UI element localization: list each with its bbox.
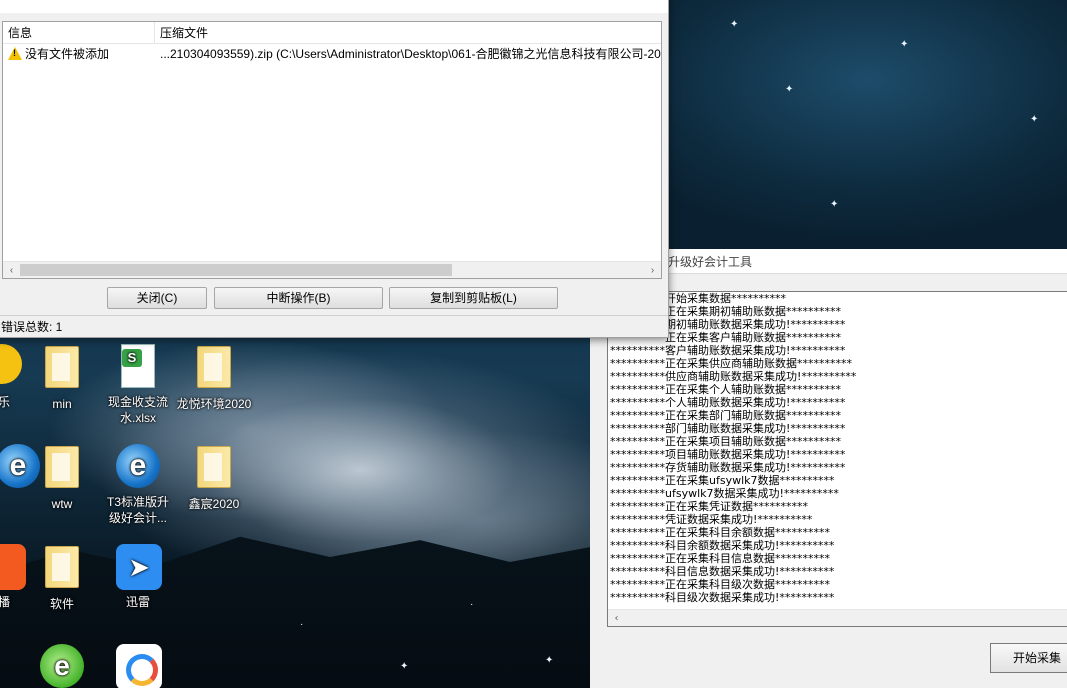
- desktop-icon-label: 软件: [49, 597, 74, 611]
- log-line: **********正在采集期初辅助账数据**********: [610, 305, 841, 318]
- diagnostic-dialog: 信息 压缩文件 没有文件被添加 ...210304093559).zip (C:…: [0, 0, 669, 338]
- log-line: **********科目信息数据采集成功!**********: [610, 565, 835, 578]
- list-header: 信息 压缩文件: [3, 22, 661, 44]
- list-item[interactable]: 没有文件被添加 ...210304093559).zip (C:\Users\A…: [3, 44, 661, 64]
- desktop-icon-label: min: [52, 397, 72, 411]
- star-icon: ·: [470, 599, 474, 610]
- log-line: **********正在采集ufsywlk7数据**********: [610, 474, 835, 487]
- baidu-netdisk-icon: [116, 644, 162, 688]
- message-list[interactable]: 信息 压缩文件 没有文件被添加 ...210304093559).zip (C:…: [2, 21, 662, 279]
- desktop-icon-label: 现金收支流水.xlsx: [107, 395, 168, 425]
- log-lines: **********开始采集数据********** **********正在采集…: [608, 292, 1067, 604]
- folder-icon: [40, 546, 84, 592]
- log-line: **********正在采集部门辅助账数据**********: [610, 409, 841, 422]
- close-button[interactable]: 关闭(C): [107, 287, 207, 309]
- browser-icon: e: [0, 444, 40, 490]
- log-line: **********客户辅助账数据采集成功!**********: [610, 344, 846, 357]
- status-bar: 错误总数: 1: [0, 315, 668, 337]
- desktop-icon-label: wtw: [51, 497, 73, 511]
- desktop-sky: [668, 0, 1067, 250]
- log-line: **********正在采集科目级次数据**********: [610, 578, 830, 591]
- log-line: **********供应商辅助账数据采集成功!**********: [610, 370, 857, 383]
- folder-icon: [40, 446, 84, 492]
- folder-icon: [192, 446, 236, 492]
- log-line: **********部门辅助账数据采集成功!**********: [610, 422, 846, 435]
- log-line: **********项目辅助账数据采集成功!**********: [610, 448, 846, 461]
- desktop-icon-wtw[interactable]: wtw: [22, 444, 102, 512]
- star-icon: ✦: [1030, 114, 1039, 125]
- desktop-icon-xinchen[interactable]: 鑫宸2020: [174, 444, 254, 512]
- column-header-info[interactable]: 信息: [3, 22, 155, 44]
- desktop-icon-longyue[interactable]: 龙悦环境2020: [174, 344, 254, 412]
- desktop-icon-t3[interactable]: e T3标准版升级好会计...: [98, 444, 178, 526]
- xunlei-icon: ➤: [116, 544, 162, 590]
- log-line: **********正在采集凭证数据**********: [610, 500, 808, 513]
- scroll-left-icon[interactable]: ‹: [3, 262, 20, 279]
- message-info-text: 没有文件被添加: [25, 47, 110, 61]
- folder-icon: [40, 346, 84, 392]
- log-line: **********个人辅助账数据采集成功!**********: [610, 396, 846, 409]
- copy-to-clipboard-button[interactable]: 复制到剪贴板(L): [389, 287, 558, 309]
- star-icon: ✦: [785, 84, 794, 95]
- message-archive-cell: ...210304093559).zip (C:\Users\Administr…: [160, 47, 661, 61]
- log-line: **********期初辅助账数据采集成功!**********: [610, 318, 846, 331]
- desktop-icon-baidu[interactable]: [98, 644, 178, 688]
- desktop-icon-xlsx[interactable]: S 现金收支流水.xlsx: [98, 344, 178, 426]
- log-line: **********存货辅助账数据采集成功!**********: [610, 461, 846, 474]
- log-output[interactable]: **********开始采集数据********** **********正在采集…: [607, 291, 1067, 627]
- desktop-icon-browser[interactable]: e: [22, 644, 102, 688]
- log-line: **********正在采集个人辅助账数据**********: [610, 383, 841, 396]
- excel-file-icon: S: [116, 344, 160, 390]
- star-icon: ✦: [730, 19, 739, 30]
- scroll-right-icon[interactable]: ›: [644, 262, 661, 279]
- browser-icon: e: [40, 644, 84, 688]
- scroll-left-icon[interactable]: ‹: [608, 610, 625, 626]
- log-line: **********正在采集项目辅助账数据**********: [610, 435, 841, 448]
- desktop-icon-label: T3标准版升级好会计...: [106, 495, 169, 525]
- star-icon: ✦: [900, 39, 909, 50]
- dialog-title-bar: [0, 0, 668, 13]
- column-header-archive[interactable]: 压缩文件: [155, 22, 661, 44]
- log-line: **********开始采集数据**********: [610, 292, 786, 305]
- log-line: **********正在采集客户辅助账数据**********: [610, 331, 841, 344]
- window-title: 升级好会计工具: [668, 255, 753, 269]
- t3-upgrade-icon: e: [116, 444, 160, 490]
- player-icon: [0, 544, 26, 590]
- start-collect-button[interactable]: 开始采集: [990, 643, 1067, 673]
- log-line: **********正在采集科目信息数据**********: [610, 552, 830, 565]
- log-line: **********科目余额数据采集成功!**********: [610, 539, 835, 552]
- desktop-icon-software[interactable]: 软件: [22, 544, 102, 612]
- log-line: **********正在采集科目余额数据**********: [610, 526, 830, 539]
- warning-icon: [8, 47, 22, 60]
- scroll-thumb[interactable]: [20, 264, 452, 276]
- folder-icon: [192, 346, 236, 392]
- desktop-icon-xunlei[interactable]: ➤ 迅雷: [98, 544, 178, 610]
- horizontal-scrollbar[interactable]: ‹: [608, 609, 1067, 626]
- log-line: **********ufsywlk7数据采集成功!**********: [610, 487, 839, 500]
- message-info-cell: 没有文件被添加: [3, 44, 155, 64]
- app-icon: [0, 344, 24, 390]
- horizontal-scrollbar[interactable]: ‹ ›: [3, 261, 661, 278]
- log-line: **********凭证数据采集成功!**********: [610, 513, 813, 526]
- star-icon: ·: [300, 619, 304, 630]
- desktop-icon-label: 鑫宸2020: [188, 497, 240, 511]
- log-line: **********正在采集供应商辅助账数据**********: [610, 357, 852, 370]
- star-icon: ✦: [830, 199, 839, 210]
- log-line: **********科目级次数据采集成功!**********: [610, 591, 835, 604]
- desktop-icon-label: 龙悦环境2020: [176, 397, 252, 411]
- abort-button[interactable]: 中断操作(B): [214, 287, 383, 309]
- desktop-icon-min[interactable]: min: [22, 344, 102, 412]
- star-icon: ✦: [545, 655, 554, 666]
- star-icon: ✦: [400, 661, 409, 672]
- desktop-icon-label: 迅雷: [125, 595, 150, 609]
